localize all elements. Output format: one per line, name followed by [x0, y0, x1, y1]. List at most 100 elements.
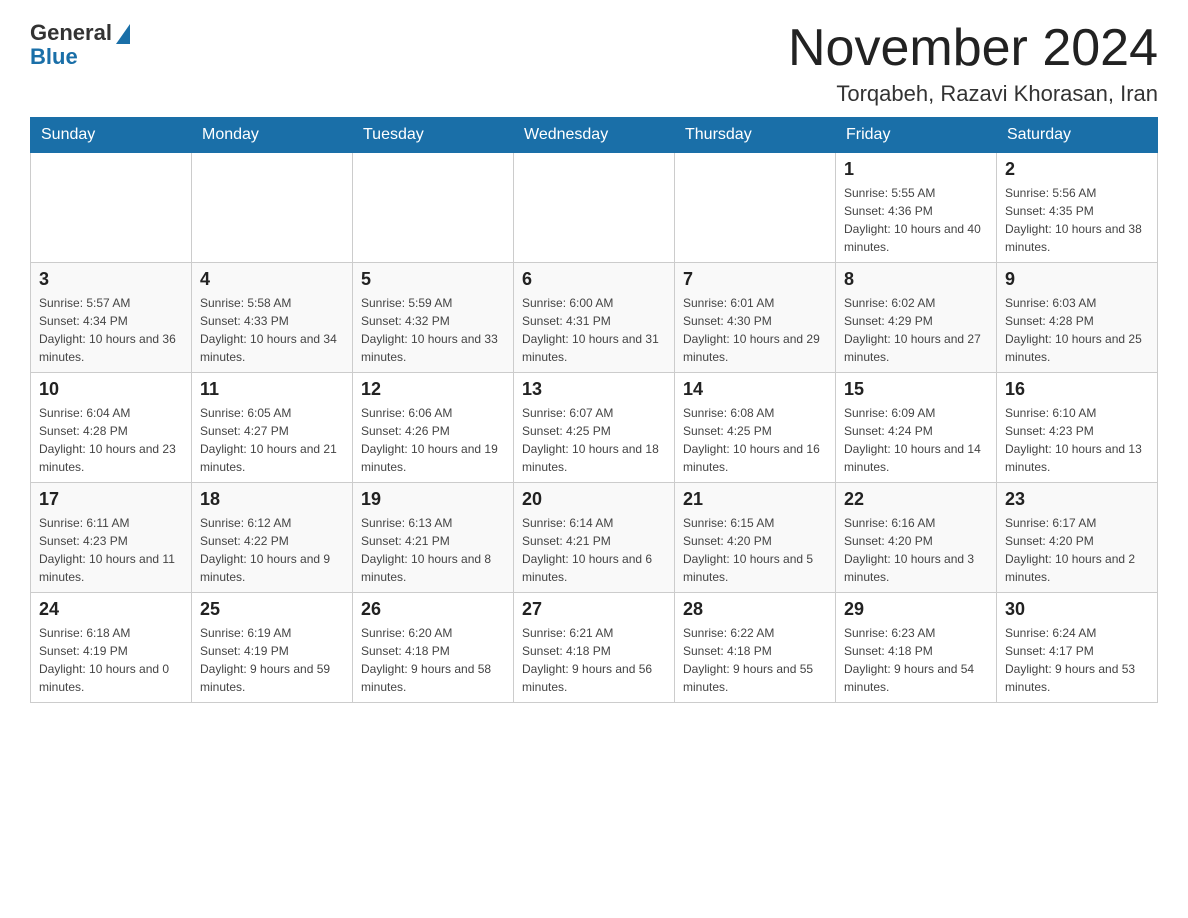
day-cell — [192, 153, 353, 263]
header-row: SundayMondayTuesdayWednesdayThursdayFrid… — [31, 118, 1158, 153]
header-cell-wednesday: Wednesday — [514, 118, 675, 153]
day-cell: 16 Sunrise: 6:10 AMSunset: 4:23 PMDayligh… — [997, 373, 1158, 483]
location-text: Torqabeh, Razavi Khorasan, Iran — [788, 81, 1158, 107]
header-cell-monday: Monday — [192, 118, 353, 153]
day-cell: 8 Sunrise: 6:02 AMSunset: 4:29 PMDaylight… — [836, 263, 997, 373]
day-cell: 17 Sunrise: 6:11 AMSunset: 4:23 PMDayligh… — [31, 483, 192, 593]
week-row-4: 17 Sunrise: 6:11 AMSunset: 4:23 PMDayligh… — [31, 483, 1158, 593]
day-cell: 30Sunrise: 6:24 AMSunset: 4:17 PMDayligh… — [997, 593, 1158, 703]
day-cell: 13 Sunrise: 6:07 AMSunset: 4:25 PMDayligh… — [514, 373, 675, 483]
day-number: 21 — [683, 489, 827, 510]
day-cell — [31, 153, 192, 263]
day-info: Sunrise: 6:05 AMSunset: 4:27 PMDaylight:… — [200, 404, 344, 476]
day-number: 26 — [361, 599, 505, 620]
day-cell — [353, 153, 514, 263]
day-info: Sunrise: 6:00 AMSunset: 4:31 PMDaylight:… — [522, 294, 666, 366]
day-info: Sunrise: 6:01 AMSunset: 4:30 PMDaylight:… — [683, 294, 827, 366]
day-cell — [514, 153, 675, 263]
day-number: 3 — [39, 269, 183, 290]
day-info: Sunrise: 6:02 AMSunset: 4:29 PMDaylight:… — [844, 294, 988, 366]
day-info: Sunrise: 6:06 AMSunset: 4:26 PMDaylight:… — [361, 404, 505, 476]
day-cell: 14 Sunrise: 6:08 AMSunset: 4:25 PMDayligh… — [675, 373, 836, 483]
logo-general-text: General — [30, 20, 112, 46]
day-number: 14 — [683, 379, 827, 400]
day-number: 17 — [39, 489, 183, 510]
week-row-1: 1Sunrise: 5:55 AMSunset: 4:36 PMDaylight… — [31, 153, 1158, 263]
day-cell: 20Sunrise: 6:14 AMSunset: 4:21 PMDayligh… — [514, 483, 675, 593]
day-cell: 22 Sunrise: 6:16 AMSunset: 4:20 PMDayligh… — [836, 483, 997, 593]
day-info: Sunrise: 6:10 AMSunset: 4:23 PMDaylight:… — [1005, 404, 1149, 476]
day-cell: 1Sunrise: 5:55 AMSunset: 4:36 PMDaylight… — [836, 153, 997, 263]
day-number: 2 — [1005, 159, 1149, 180]
day-cell: 24 Sunrise: 6:18 AMSunset: 4:19 PMDayligh… — [31, 593, 192, 703]
day-number: 24 — [39, 599, 183, 620]
calendar-table: SundayMondayTuesdayWednesdayThursdayFrid… — [30, 117, 1158, 703]
day-info: Sunrise: 6:19 AMSunset: 4:19 PMDaylight:… — [200, 624, 344, 696]
day-number: 28 — [683, 599, 827, 620]
day-info: Sunrise: 6:22 AMSunset: 4:18 PMDaylight:… — [683, 624, 827, 696]
day-cell: 12Sunrise: 6:06 AMSunset: 4:26 PMDayligh… — [353, 373, 514, 483]
day-number: 16 — [1005, 379, 1149, 400]
day-cell: 3Sunrise: 5:57 AMSunset: 4:34 PMDaylight… — [31, 263, 192, 373]
day-cell: 6 Sunrise: 6:00 AMSunset: 4:31 PMDaylight… — [514, 263, 675, 373]
title-area: November 2024 Torqabeh, Razavi Khorasan,… — [788, 20, 1158, 107]
day-info: Sunrise: 6:07 AMSunset: 4:25 PMDaylight:… — [522, 404, 666, 476]
day-info: Sunrise: 6:11 AMSunset: 4:23 PMDaylight:… — [39, 514, 183, 586]
day-number: 9 — [1005, 269, 1149, 290]
day-cell: 9 Sunrise: 6:03 AMSunset: 4:28 PMDaylight… — [997, 263, 1158, 373]
day-cell: 21 Sunrise: 6:15 AMSunset: 4:20 PMDayligh… — [675, 483, 836, 593]
day-number: 22 — [844, 489, 988, 510]
day-info: Sunrise: 5:59 AMSunset: 4:32 PMDaylight:… — [361, 294, 505, 366]
page-header: General Blue November 2024 Torqabeh, Raz… — [30, 20, 1158, 107]
day-info: Sunrise: 6:08 AMSunset: 4:25 PMDaylight:… — [683, 404, 827, 476]
day-number: 11 — [200, 379, 344, 400]
logo: General Blue — [30, 20, 130, 70]
header-cell-thursday: Thursday — [675, 118, 836, 153]
day-info: Sunrise: 6:14 AMSunset: 4:21 PMDaylight:… — [522, 514, 666, 586]
day-cell: 10 Sunrise: 6:04 AMSunset: 4:28 PMDayligh… — [31, 373, 192, 483]
day-info: Sunrise: 6:21 AMSunset: 4:18 PMDaylight:… — [522, 624, 666, 696]
week-row-3: 10 Sunrise: 6:04 AMSunset: 4:28 PMDayligh… — [31, 373, 1158, 483]
day-number: 8 — [844, 269, 988, 290]
week-row-5: 24 Sunrise: 6:18 AMSunset: 4:19 PMDayligh… — [31, 593, 1158, 703]
week-row-2: 3Sunrise: 5:57 AMSunset: 4:34 PMDaylight… — [31, 263, 1158, 373]
day-info: Sunrise: 6:18 AMSunset: 4:19 PMDaylight:… — [39, 624, 183, 696]
calendar-body: 1Sunrise: 5:55 AMSunset: 4:36 PMDaylight… — [31, 153, 1158, 703]
calendar-header: SundayMondayTuesdayWednesdayThursdayFrid… — [31, 118, 1158, 153]
day-cell: 26 Sunrise: 6:20 AMSunset: 4:18 PMDayligh… — [353, 593, 514, 703]
day-cell: 2Sunrise: 5:56 AMSunset: 4:35 PMDaylight… — [997, 153, 1158, 263]
day-info: Sunrise: 6:13 AMSunset: 4:21 PMDaylight:… — [361, 514, 505, 586]
header-cell-saturday: Saturday — [997, 118, 1158, 153]
month-title: November 2024 — [788, 20, 1158, 77]
day-cell: 18Sunrise: 6:12 AMSunset: 4:22 PMDayligh… — [192, 483, 353, 593]
day-cell: 25Sunrise: 6:19 AMSunset: 4:19 PMDayligh… — [192, 593, 353, 703]
day-number: 15 — [844, 379, 988, 400]
day-info: Sunrise: 6:20 AMSunset: 4:18 PMDaylight:… — [361, 624, 505, 696]
day-info: Sunrise: 6:16 AMSunset: 4:20 PMDaylight:… — [844, 514, 988, 586]
day-number: 6 — [522, 269, 666, 290]
day-info: Sunrise: 6:03 AMSunset: 4:28 PMDaylight:… — [1005, 294, 1149, 366]
day-number: 29 — [844, 599, 988, 620]
day-cell: 23 Sunrise: 6:17 AMSunset: 4:20 PMDayligh… — [997, 483, 1158, 593]
day-info: Sunrise: 6:24 AMSunset: 4:17 PMDaylight:… — [1005, 624, 1149, 696]
day-number: 7 — [683, 269, 827, 290]
day-number: 5 — [361, 269, 505, 290]
day-number: 4 — [200, 269, 344, 290]
day-cell: 7 Sunrise: 6:01 AMSunset: 4:30 PMDaylight… — [675, 263, 836, 373]
day-info: Sunrise: 6:17 AMSunset: 4:20 PMDaylight:… — [1005, 514, 1149, 586]
logo-blue-text: Blue — [30, 44, 78, 70]
day-number: 18 — [200, 489, 344, 510]
day-cell: 29Sunrise: 6:23 AMSunset: 4:18 PMDayligh… — [836, 593, 997, 703]
day-info: Sunrise: 6:09 AMSunset: 4:24 PMDaylight:… — [844, 404, 988, 476]
day-cell: 5 Sunrise: 5:59 AMSunset: 4:32 PMDaylight… — [353, 263, 514, 373]
header-cell-sunday: Sunday — [31, 118, 192, 153]
day-number: 1 — [844, 159, 988, 180]
day-cell: 15 Sunrise: 6:09 AMSunset: 4:24 PMDayligh… — [836, 373, 997, 483]
day-cell: 4Sunrise: 5:58 AMSunset: 4:33 PMDaylight… — [192, 263, 353, 373]
day-number: 13 — [522, 379, 666, 400]
day-info: Sunrise: 6:15 AMSunset: 4:20 PMDaylight:… — [683, 514, 827, 586]
day-number: 10 — [39, 379, 183, 400]
day-info: Sunrise: 6:04 AMSunset: 4:28 PMDaylight:… — [39, 404, 183, 476]
logo-triangle-icon — [116, 24, 130, 44]
day-number: 23 — [1005, 489, 1149, 510]
